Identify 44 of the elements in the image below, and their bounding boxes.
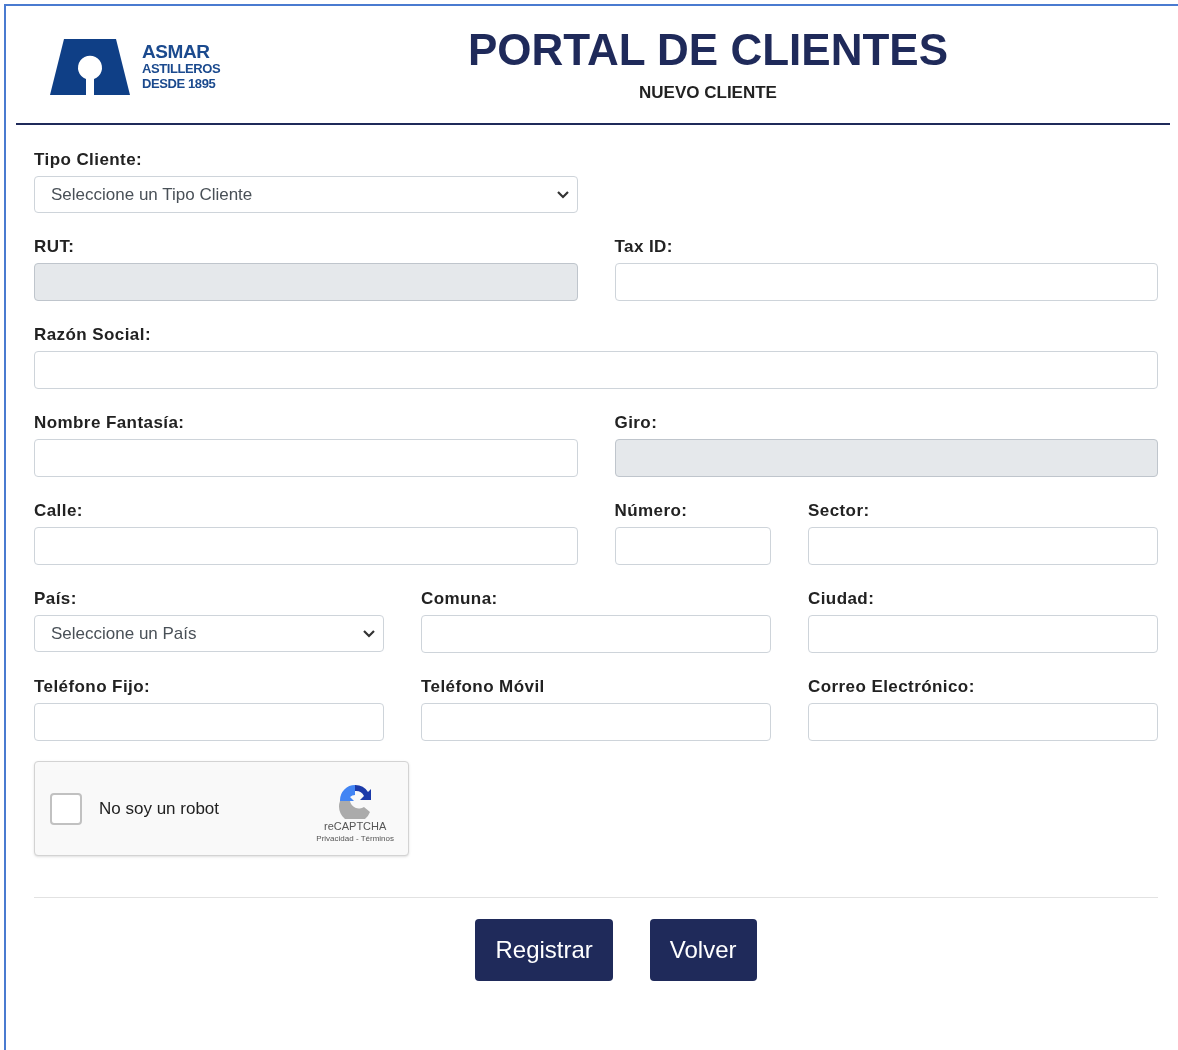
input-field[interactable]: [808, 615, 1158, 653]
field-label: Sector:: [808, 500, 871, 522]
field-label: Número:: [614, 500, 689, 522]
input-field[interactable]: [34, 703, 384, 741]
field-label: Giro:: [614, 412, 659, 434]
field-label: Correo Electrónico:: [808, 676, 976, 698]
logo-tagline: DESDE 1895: [142, 76, 217, 91]
page-title: PORTAL DE CLIENTES: [468, 24, 948, 76]
input-field[interactable]: [421, 615, 771, 653]
select-value: Seleccione un Tipo Cliente: [51, 183, 253, 206]
captcha-links[interactable]: Privacidad - Términos: [316, 832, 394, 845]
captcha-checkbox[interactable]: [50, 792, 82, 825]
action-button[interactable]: Registrar: [475, 919, 613, 981]
page-subtitle: NUEVO CLIENTE: [639, 82, 777, 104]
field-label: Tax ID:: [614, 236, 674, 258]
field-label: Tipo Cliente:: [34, 149, 144, 171]
input-field[interactable]: [614, 527, 771, 565]
chevron-down-icon: [363, 629, 375, 638]
chevron-down-icon: [556, 190, 569, 199]
input-field[interactable]: [34, 527, 578, 565]
select-field[interactable]: Seleccione un País: [34, 615, 384, 652]
field-label: Teléfono Fijo:: [34, 676, 152, 698]
logo-name: ASMAR: [142, 42, 211, 61]
action-button[interactable]: Volver: [649, 919, 757, 981]
input-field[interactable]: [421, 703, 771, 741]
select-value: Seleccione un País: [51, 622, 197, 645]
input-field[interactable]: [34, 439, 578, 477]
field-label: País:: [34, 588, 78, 610]
input-field[interactable]: [614, 263, 1158, 301]
select-field[interactable]: Seleccione un Tipo Cliente: [34, 176, 578, 213]
captcha-brand: reCAPTCHA: [324, 818, 387, 833]
field-label: Calle:: [34, 500, 84, 522]
field-label: Comuna:: [421, 588, 499, 610]
input-field[interactable]: [808, 527, 1158, 565]
field-label: Teléfono Móvil: [421, 676, 546, 698]
field-label: Ciudad:: [808, 588, 876, 610]
captcha-label: No soy un robot: [99, 797, 219, 820]
field-label: Razón Social:: [34, 324, 152, 346]
logo-arch-icon: [50, 38, 130, 95]
field-label: RUT:: [34, 236, 76, 258]
logo-tagline: ASTILLEROS: [142, 61, 221, 76]
field-label: Nombre Fantasía:: [34, 412, 186, 434]
input-field[interactable]: [34, 351, 1158, 389]
input-field[interactable]: [808, 703, 1158, 741]
